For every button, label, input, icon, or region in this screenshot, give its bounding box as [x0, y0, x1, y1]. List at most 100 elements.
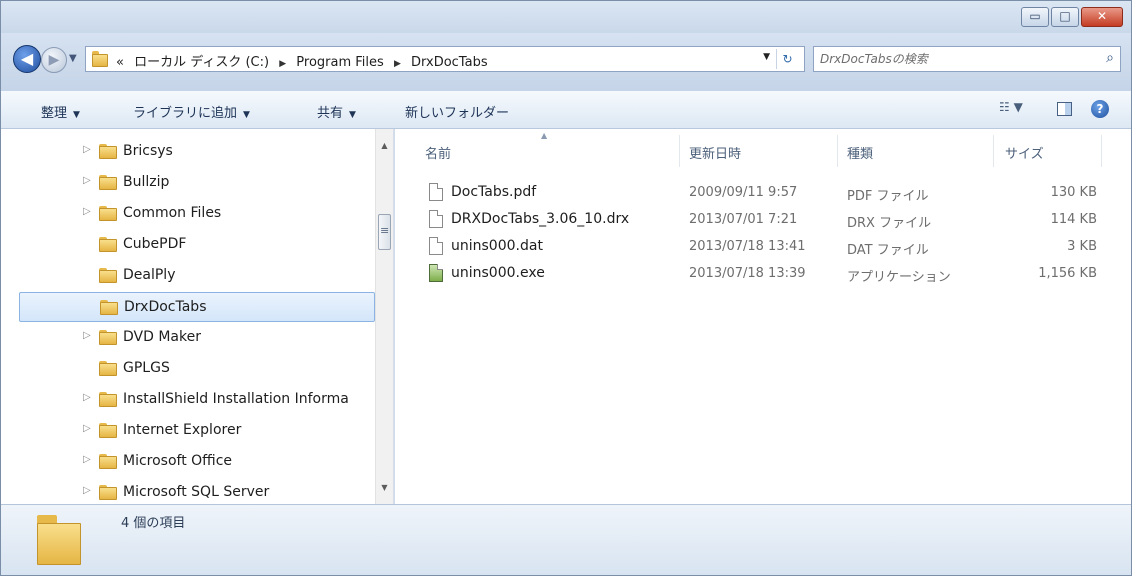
expand-arrow-icon[interactable]: ▷	[83, 206, 91, 217]
file-size: 114 KB	[1050, 212, 1097, 227]
expand-arrow-icon[interactable]: ▷	[83, 454, 91, 465]
minimize-button[interactable]: ▭	[1021, 7, 1049, 27]
expand-arrow-icon[interactable]: ▷	[83, 175, 91, 186]
close-icon: ✕	[1096, 9, 1108, 23]
breadcrumb-separator-icon[interactable]: ▶	[394, 59, 401, 69]
forward-button[interactable]: ▶	[41, 47, 67, 73]
tree-item-installshield[interactable]: ▷ InstallShield Installation Informa	[19, 385, 375, 415]
organize-label: 整理	[41, 106, 68, 121]
tree-item-bricsys[interactable]: ▷ Bricsys	[19, 137, 375, 167]
close-button[interactable]: ✕	[1081, 7, 1123, 27]
add-to-library-label: ライブラリに追加	[133, 106, 238, 121]
folder-icon	[99, 144, 117, 159]
address-bar[interactable]: « ローカル ディスク (C:) ▶ Program Files ▶ DrxDo…	[85, 46, 805, 72]
file-modified: 2013/07/18 13:41	[689, 239, 806, 254]
file-list-pane: ▲ 名前 更新日時 種類 サイズ DocTabs.pdf 2009/09/11 …	[395, 129, 1131, 504]
share-menu[interactable]: 共有 ▼	[317, 102, 356, 121]
column-header-type[interactable]: 種類	[847, 143, 873, 162]
tree-item-label: DrxDocTabs	[124, 299, 207, 315]
breadcrumb-separator-icon[interactable]: ▶	[279, 59, 286, 69]
file-type: DRX ファイル	[847, 216, 932, 231]
folder-icon	[99, 175, 117, 190]
address-dropdown-icon[interactable]: ▼	[763, 52, 770, 62]
tree-item-microsoft-office[interactable]: ▷ Microsoft Office	[19, 447, 375, 477]
new-folder-button[interactable]: 新しいフォルダー	[405, 102, 509, 121]
file-type: DAT ファイル	[847, 243, 929, 258]
search-input[interactable]	[820, 50, 1090, 68]
tree-item-label: Microsoft SQL Server	[123, 484, 270, 500]
column-divider[interactable]	[679, 135, 680, 167]
tree-item-gplgs[interactable]: GPLGS	[19, 354, 375, 384]
navigation-scrollbar[interactable]: ▲ ▼	[375, 129, 393, 504]
file-modified: 2013/07/01 7:21	[689, 212, 798, 227]
column-header-size[interactable]: サイズ	[1005, 143, 1044, 162]
tree-item-cubepdf[interactable]: CubePDF	[19, 230, 375, 260]
tree-item-label: DVD Maker	[123, 329, 201, 345]
breadcrumb-drxdoctabs[interactable]: DrxDocTabs	[411, 55, 488, 70]
folder-icon	[92, 51, 108, 67]
help-icon[interactable]: ?	[1091, 100, 1111, 120]
file-modified: 2013/07/18 13:39	[689, 266, 806, 281]
tree-item-label: Bullzip	[123, 174, 170, 190]
file-size: 1,156 KB	[1038, 266, 1097, 281]
add-to-library-menu[interactable]: ライブラリに追加 ▼	[133, 102, 250, 121]
tree-item-dvd-maker[interactable]: ▷ DVD Maker	[19, 323, 375, 353]
breadcrumb-program-files[interactable]: Program Files	[296, 55, 384, 70]
file-row[interactable]: unins000.dat 2013/07/18 13:41 DAT ファイル 3…	[423, 235, 1103, 259]
organize-menu[interactable]: 整理 ▼	[41, 102, 80, 121]
tree-item-microsoft-sql-server[interactable]: ▷ Microsoft SQL Server	[19, 478, 375, 504]
search-box[interactable]: ⌕	[813, 46, 1121, 72]
file-name: unins000.dat	[451, 238, 543, 254]
chevron-down-icon: ▼	[349, 110, 356, 120]
file-row[interactable]: DocTabs.pdf 2009/09/11 9:57 PDF ファイル 130…	[423, 181, 1103, 205]
tree-item-label: Bricsys	[123, 143, 173, 159]
document-icon	[429, 210, 444, 229]
folder-icon	[99, 392, 117, 407]
folder-icon	[99, 268, 117, 283]
refresh-icon[interactable]: ↻	[776, 49, 798, 69]
folder-icon	[99, 237, 117, 252]
file-row[interactable]: DRXDocTabs_3.06_10.drx 2013/07/01 7:21 D…	[423, 208, 1103, 232]
tree-item-drxdoctabs[interactable]: DrxDocTabs	[19, 292, 375, 322]
scroll-down-icon[interactable]: ▼	[376, 479, 393, 496]
expand-arrow-icon[interactable]: ▷	[83, 330, 91, 341]
tree-item-label: DealPly	[123, 267, 176, 283]
column-divider[interactable]	[993, 135, 994, 167]
tree-item-bullzip[interactable]: ▷ Bullzip	[19, 168, 375, 198]
expand-arrow-icon[interactable]: ▷	[83, 485, 91, 496]
breadcrumb-overflow[interactable]: «	[116, 55, 124, 70]
tree-item-label: GPLGS	[123, 360, 170, 376]
share-label: 共有	[317, 106, 344, 121]
scrollbar-thumb[interactable]	[378, 214, 391, 250]
folder-icon	[99, 206, 117, 221]
expand-arrow-icon[interactable]: ▷	[83, 144, 91, 155]
file-type: PDF ファイル	[847, 189, 929, 204]
scroll-up-icon[interactable]: ▲	[376, 137, 393, 154]
column-divider[interactable]	[1101, 135, 1102, 167]
search-icon[interactable]: ⌕	[1106, 50, 1114, 66]
details-pane: 4 個の項目	[1, 504, 1131, 575]
recent-pages-dropdown[interactable]: ▼	[69, 53, 77, 64]
column-header-name[interactable]: 名前	[425, 143, 451, 162]
expand-arrow-icon[interactable]: ▷	[83, 423, 91, 434]
tree-item-dealply[interactable]: DealPly	[19, 261, 375, 291]
folder-icon	[99, 485, 117, 500]
change-view-icon[interactable]: ☷ ▼	[999, 100, 1033, 120]
column-divider[interactable]	[837, 135, 838, 167]
column-header-modified[interactable]: 更新日時	[689, 143, 741, 162]
tree-item-common-files[interactable]: ▷ Common Files	[19, 199, 375, 229]
back-button[interactable]: ◀	[13, 45, 41, 73]
file-name: unins000.exe	[451, 265, 545, 281]
maximize-icon: □	[1059, 9, 1071, 23]
column-header-row: ▲ 名前 更新日時 種類 サイズ	[395, 129, 1131, 173]
preview-pane-icon[interactable]	[1055, 100, 1075, 120]
tree-item-label: CubePDF	[123, 236, 187, 252]
help-glyph: ?	[1091, 100, 1109, 118]
maximize-button[interactable]: □	[1051, 7, 1079, 27]
expand-arrow-icon[interactable]: ▷	[83, 392, 91, 403]
tree-item-internet-explorer[interactable]: ▷ Internet Explorer	[19, 416, 375, 446]
title-bar[interactable]: ▭ □ ✕	[1, 1, 1131, 33]
folder-icon	[99, 423, 117, 438]
breadcrumb-local-disk[interactable]: ローカル ディスク (C:)	[134, 55, 269, 70]
file-row[interactable]: unins000.exe 2013/07/18 13:39 アプリケーション 1…	[423, 262, 1103, 286]
